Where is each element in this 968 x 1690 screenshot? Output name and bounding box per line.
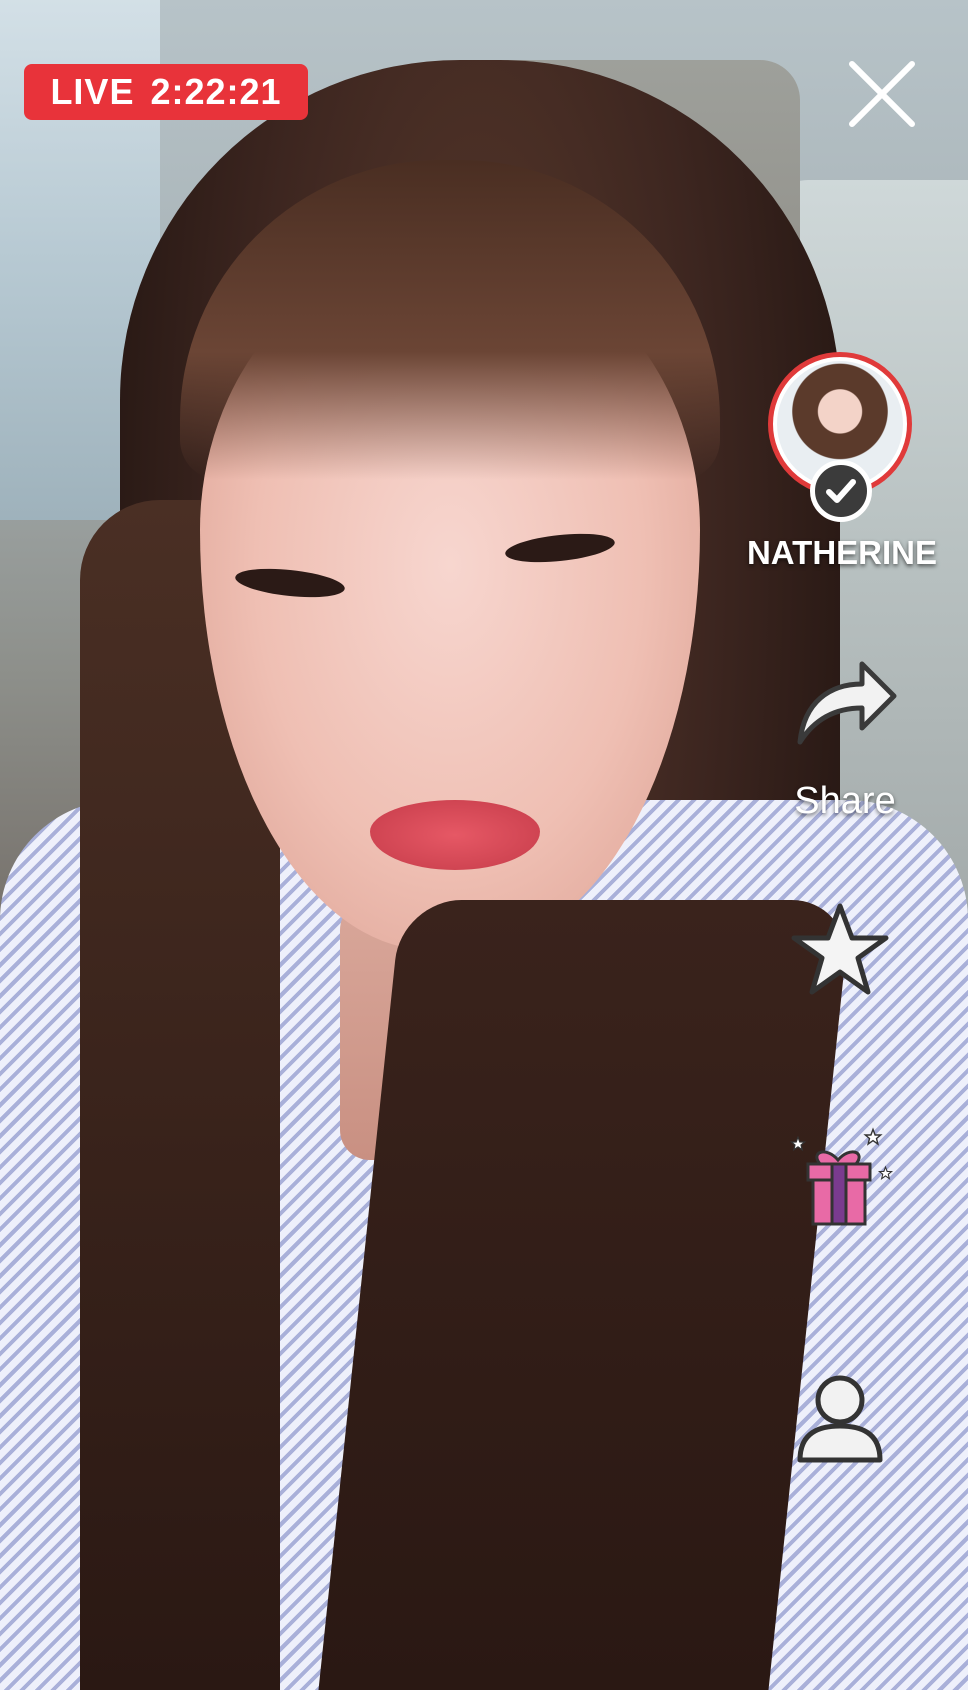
star-icon [791, 903, 889, 995]
close-icon [849, 61, 915, 127]
favorite-button[interactable] [788, 900, 892, 1000]
share-arrow-icon [797, 661, 897, 745]
profile-button[interactable] [792, 1368, 888, 1468]
broadcaster-name[interactable]: NATHERINE [730, 534, 954, 572]
verified-check-icon [810, 460, 872, 522]
live-duration-badge: LIVE 2:22:21 [24, 64, 308, 120]
share-label: Share [794, 780, 896, 822]
broadcaster-avatar-button[interactable] [768, 352, 912, 522]
user-icon [797, 1375, 883, 1463]
live-label: LIVE [50, 71, 135, 112]
gift-button[interactable] [786, 1126, 896, 1236]
share-button[interactable]: Share [770, 650, 920, 830]
hair-strand-front [318, 900, 852, 1690]
live-duration: 2:22:21 [150, 71, 282, 112]
gift-icon [789, 1127, 894, 1226]
close-button[interactable] [842, 54, 922, 134]
